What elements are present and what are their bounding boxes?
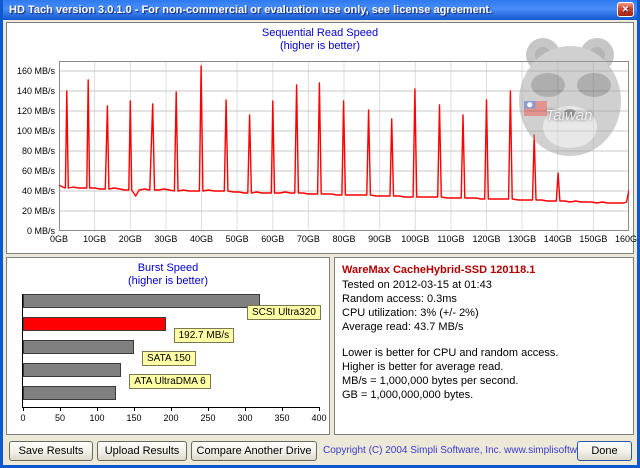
x-axis-tick-label: 0GB xyxy=(49,234,68,244)
y-axis-tick-label: 120 MB/s xyxy=(16,106,55,116)
copyright-text: Copyright (C) 2004 Simpli Software, Inc.… xyxy=(323,445,614,456)
burst-axis-label: 250 xyxy=(200,413,216,423)
x-axis-tick-label: 140GB xyxy=(543,234,572,244)
burst-bar-label: SCSI Ultra320 xyxy=(247,305,321,320)
result-notes: Lower is better for CPU and random acces… xyxy=(342,346,626,402)
hdtach-window: HD Tach version 3.0.1.0 - For non-commer… xyxy=(0,0,640,468)
result-note: GB = 1,000,000,000 bytes. xyxy=(342,389,474,401)
burst-bar-label: 192.7 MB/s xyxy=(173,328,235,343)
x-axis-tick-label: 50GB xyxy=(225,234,249,244)
y-axis-tick-label: 100 MB/s xyxy=(16,126,55,136)
burst-chart-title: Burst Speed xyxy=(137,262,199,274)
result-note: Higher is better for average read. xyxy=(342,361,504,373)
burst-bar xyxy=(23,340,134,354)
y-axis-tick-label: 140 MB/s xyxy=(16,86,55,96)
burst-axis-tick xyxy=(97,408,98,411)
result-line: CPU utilization: 3% (+/- 2%) xyxy=(342,307,479,319)
burst-axis-tick xyxy=(319,408,320,411)
result-note: Lower is better for CPU and random acces… xyxy=(342,347,559,359)
burst-axis-tick xyxy=(23,408,24,411)
upload-results-button[interactable]: Upload Results xyxy=(97,441,187,461)
x-axis-tick-label: 80GB xyxy=(332,234,356,244)
done-button[interactable]: Done xyxy=(577,441,632,461)
x-axis-tick-label: 130GB xyxy=(508,234,537,244)
y-axis-tick-label: 0 MB/s xyxy=(26,226,55,236)
burst-bar xyxy=(23,317,166,331)
result-line: Average read: 43.7 MB/s xyxy=(342,321,464,333)
burst-axis-label: 50 xyxy=(54,413,65,423)
burst-axis-tick xyxy=(245,408,246,411)
burst-axis-label: 400 xyxy=(311,413,327,423)
burst-axis-label: 150 xyxy=(126,413,142,423)
result-line: Random access: 0.3ms xyxy=(342,293,457,305)
read-chart-title: Sequential Read Speed xyxy=(261,27,379,39)
x-axis-tick-label: 40GB xyxy=(189,234,213,244)
x-axis-tick-label: 30GB xyxy=(154,234,178,244)
results-panel: WareMax CacheHybrid-SSD 120118.1 Tested … xyxy=(334,257,634,435)
burst-y-axis xyxy=(22,294,23,407)
read-chart-plot xyxy=(59,61,629,231)
x-axis-tick-label: 110GB xyxy=(437,234,465,244)
save-results-button[interactable]: Save Results xyxy=(9,441,93,461)
burst-bar xyxy=(23,386,116,400)
y-axis-tick-label: 20 MB/s xyxy=(21,206,55,216)
result-note: MB/s = 1,000,000 bytes per second. xyxy=(342,375,519,387)
y-axis-tick-label: 60 MB/s xyxy=(21,166,55,176)
y-axis-tick-label: 40 MB/s xyxy=(21,186,55,196)
x-axis-tick-label: 60GB xyxy=(261,234,285,244)
burst-chart-subtitle: (higher is better) xyxy=(127,275,209,287)
client-area: Sequential Read Speed (higher is better)… xyxy=(3,20,637,465)
x-axis-tick-label: 120GB xyxy=(472,234,501,244)
x-axis-tick-label: 150GB xyxy=(579,234,608,244)
burst-axis-label: 200 xyxy=(163,413,179,423)
burst-axis-tick xyxy=(208,408,209,411)
burst-axis-label: 300 xyxy=(237,413,253,423)
burst-bar-label: SATA 150 xyxy=(142,351,196,366)
x-axis-tick-label: 90GB xyxy=(368,234,392,244)
burst-bar-label: ATA UltraDMA 6 xyxy=(129,374,211,389)
y-axis-tick-label: 80 MB/s xyxy=(21,146,55,156)
burst-axis-label: 100 xyxy=(89,413,105,423)
burst-axis-tick xyxy=(171,408,172,411)
read-chart-subtitle: (higher is better) xyxy=(279,40,361,52)
x-axis-tick-label: 20GB xyxy=(118,234,142,244)
x-axis-tick-label: 70GB xyxy=(296,234,320,244)
close-icon[interactable]: ✕ xyxy=(617,2,634,17)
y-axis-tick-label: 160 MB/s xyxy=(16,66,55,76)
result-line: Tested on 2012-03-15 at 01:43 xyxy=(342,279,492,291)
x-axis-tick-label: 10GB xyxy=(83,234,107,244)
burst-bar xyxy=(23,294,260,308)
burst-axis-label: 0 xyxy=(20,413,26,423)
burst-bar xyxy=(23,363,121,377)
burst-axis-tick xyxy=(282,408,283,411)
result-lines: Tested on 2012-03-15 at 01:43 Random acce… xyxy=(342,278,626,334)
x-axis-tick-label: 160GB xyxy=(614,234,638,244)
drive-name: WareMax CacheHybrid-SSD 120118.1 xyxy=(342,264,536,276)
title-bar[interactable]: HD Tach version 3.0.1.0 - For non-commer… xyxy=(3,0,637,20)
window-title: HD Tach version 3.0.1.0 - For non-commer… xyxy=(9,4,493,16)
sequential-read-panel: Sequential Read Speed (higher is better)… xyxy=(6,22,637,254)
x-axis-tick-label: 100GB xyxy=(401,234,430,244)
burst-speed-panel: Burst Speed (higher is better) SCSI Ultr… xyxy=(6,257,330,435)
burst-axis-tick xyxy=(60,408,61,411)
burst-axis-tick xyxy=(134,408,135,411)
compare-another-drive-button[interactable]: Compare Another Drive xyxy=(191,441,317,461)
burst-axis-label: 350 xyxy=(274,413,290,423)
burst-x-axis xyxy=(22,407,320,408)
